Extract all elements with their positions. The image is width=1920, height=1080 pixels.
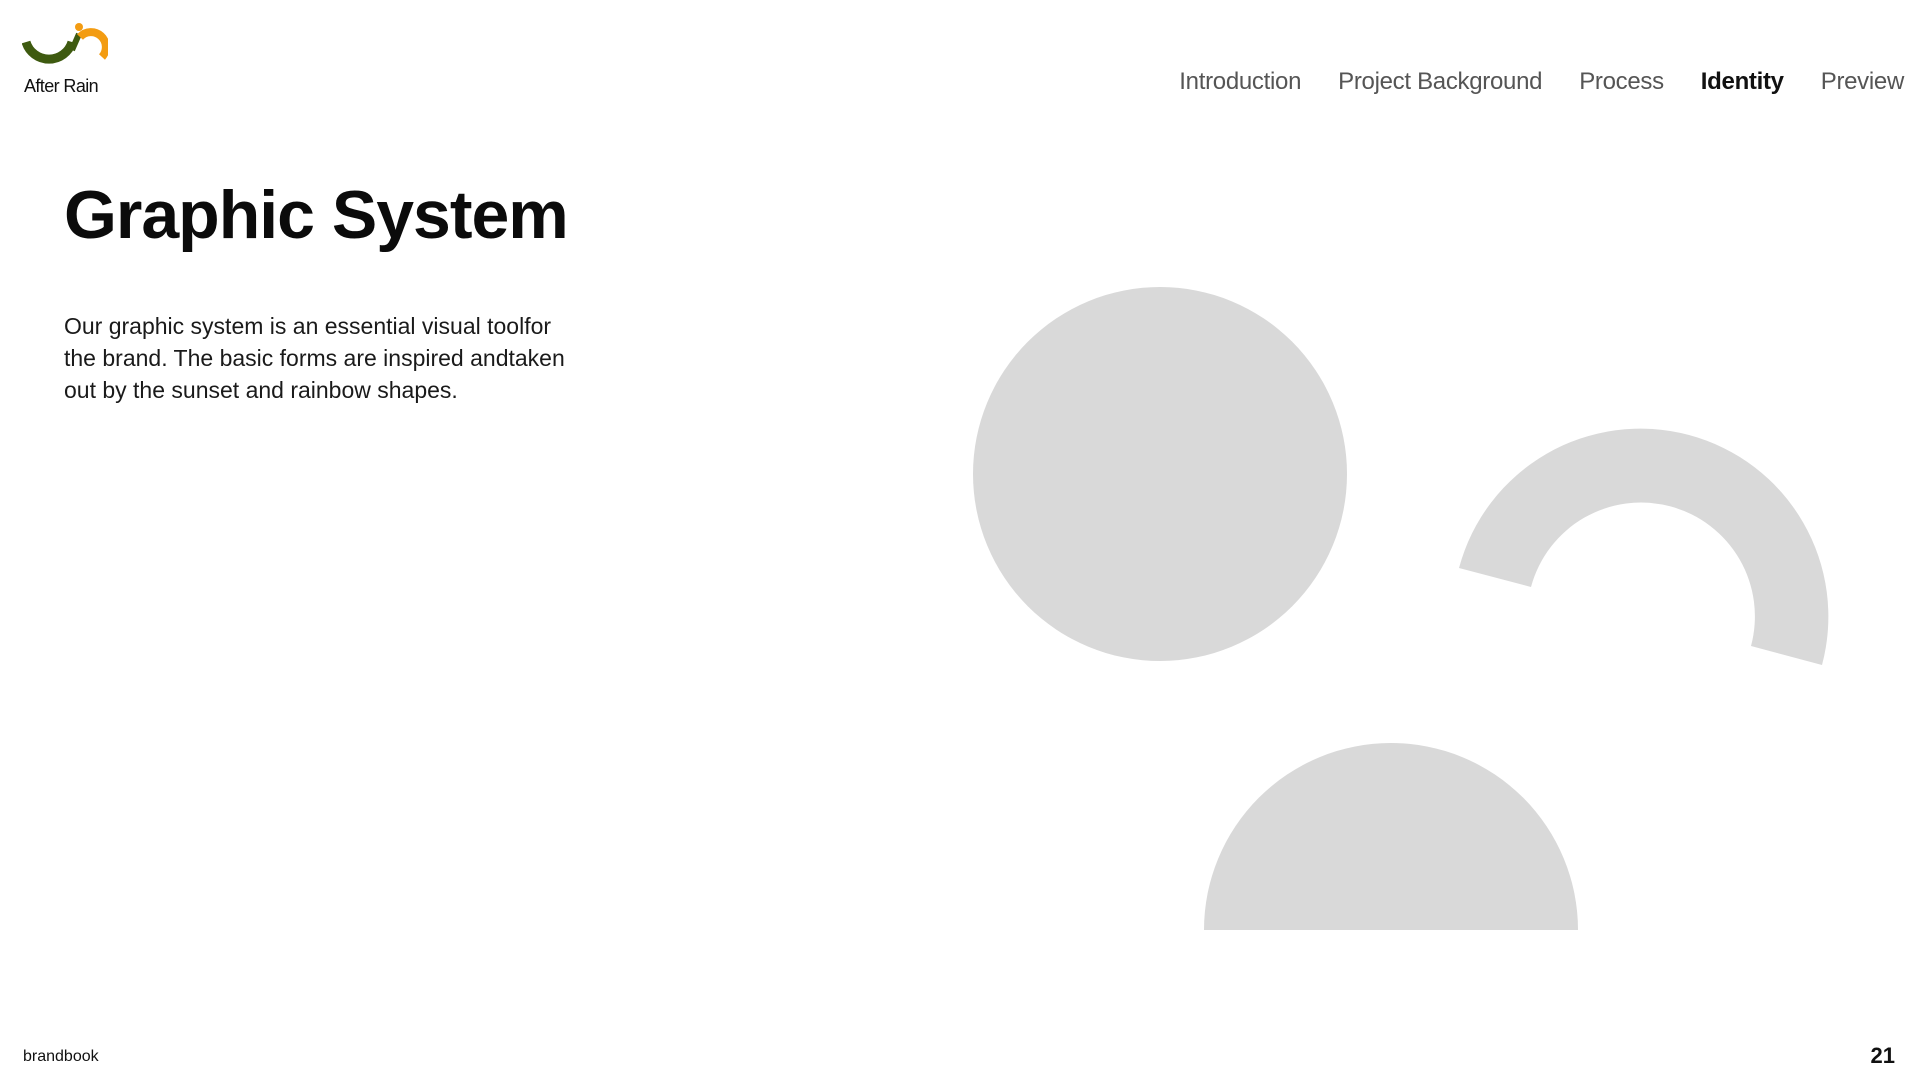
circle-shape — [973, 287, 1347, 661]
brandbook-page: After Rain Introduction Project Backgrou… — [0, 0, 1920, 1080]
rainbow-arc-shape — [1459, 428, 1829, 665]
page-number: 21 — [1870, 1043, 1895, 1068]
semicircle-shape — [1204, 743, 1578, 930]
footer-label: brandbook — [23, 1048, 99, 1065]
graphic-shapes — [973, 287, 1829, 930]
